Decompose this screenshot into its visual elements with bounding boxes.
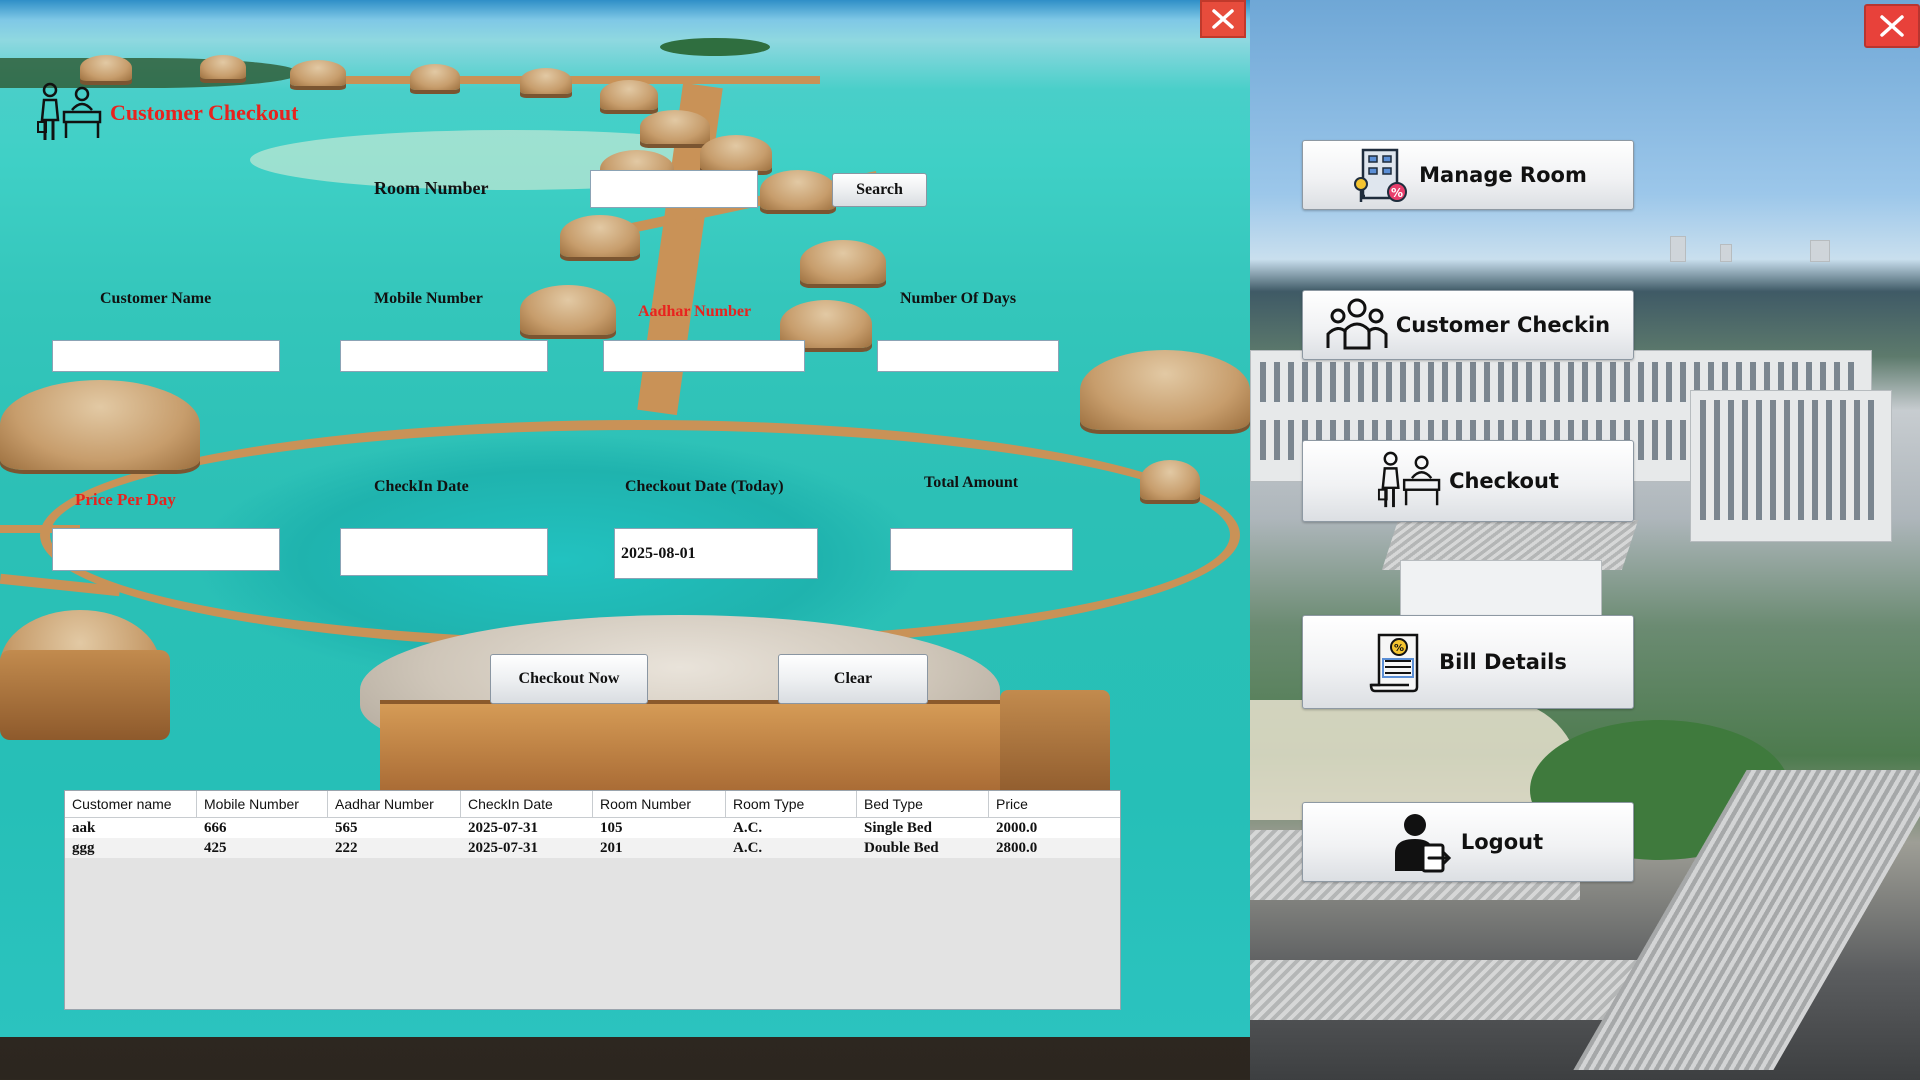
reception-icon: [36, 80, 102, 146]
total-amount-field[interactable]: [890, 528, 1073, 571]
table-cell: 2800.0: [996, 840, 1038, 856]
close-app-button[interactable]: [1864, 4, 1920, 48]
table-cell: 105: [600, 820, 623, 836]
price-per-day-field[interactable]: [52, 528, 280, 571]
mobile-number-field[interactable]: [340, 340, 548, 372]
customer-checkout-window: Customer Checkout Room Number Search Cus…: [0, 0, 1250, 1037]
customer-checkin-label: Customer Checkin: [1395, 313, 1611, 337]
table-cell: 425: [204, 840, 227, 856]
manage-room-button[interactable]: % Manage Room: [1302, 140, 1634, 210]
price-per-day-label: Price Per Day: [75, 490, 176, 509]
bill-details-label: Bill Details: [1439, 650, 1567, 674]
customer-checkin-button[interactable]: Customer Checkin: [1302, 290, 1634, 360]
column-header[interactable]: Room Number: [593, 791, 726, 817]
table-cell: aak: [72, 820, 96, 836]
table-header: Customer name Mobile Number Aadhar Numbe…: [65, 791, 1120, 818]
column-header[interactable]: Customer name: [65, 791, 197, 817]
bill-details-button[interactable]: % Bill Details: [1302, 615, 1634, 709]
hotel-icon: %: [1349, 144, 1411, 206]
table-cell: A.C.: [733, 840, 763, 856]
number-of-days-field[interactable]: [877, 340, 1059, 372]
total-amount-label: Total Amount: [924, 474, 1019, 491]
manage-room-label: Manage Room: [1419, 163, 1587, 187]
table-cell: 565: [335, 820, 358, 836]
search-button[interactable]: Search: [832, 173, 927, 207]
close-icon: [1880, 15, 1904, 37]
checkout-date-label: Checkout Date (Today): [625, 478, 784, 495]
number-of-days-label: Number Of Days: [900, 290, 1017, 307]
logout-label: Logout: [1460, 830, 1544, 854]
column-header[interactable]: Price: [989, 791, 1120, 817]
aadhar-number-field[interactable]: [603, 340, 805, 372]
people-icon: [1326, 296, 1388, 354]
customer-name-field[interactable]: [52, 340, 280, 372]
logout-button[interactable]: Logout: [1302, 802, 1634, 882]
bill-icon: %: [1369, 629, 1431, 695]
table-cell: A.C.: [733, 820, 763, 836]
column-header[interactable]: Aadhar Number: [328, 791, 461, 817]
reception-icon: [1377, 448, 1441, 514]
checkout-label: Checkout: [1449, 469, 1559, 493]
page-title-group: Customer Checkout: [36, 80, 298, 146]
room-number-input[interactable]: [590, 170, 758, 208]
table-cell: Double Bed: [864, 840, 939, 856]
customer-table: Customer name Mobile Number Aadhar Numbe…: [64, 790, 1121, 1010]
table-cell: 2025-07-31: [468, 820, 538, 836]
table-cell: 2000.0: [996, 820, 1038, 836]
checkout-date-field[interactable]: [614, 528, 818, 579]
aadhar-number-label: Aadhar Number: [638, 303, 752, 320]
column-header[interactable]: Mobile Number: [197, 791, 328, 817]
customer-name-label: Customer Name: [100, 290, 212, 307]
checkout-now-button[interactable]: Checkout Now: [490, 654, 648, 704]
page-title: Customer Checkout: [110, 100, 299, 125]
svg-text:%: %: [1394, 643, 1404, 654]
checkin-date-label: CheckIn Date: [374, 478, 469, 495]
column-header[interactable]: CheckIn Date: [461, 791, 593, 817]
table-cell: 666: [204, 820, 227, 836]
table-cell: ggg: [72, 840, 95, 856]
table-cell: 2025-07-31: [468, 840, 538, 856]
mobile-number-label: Mobile Number: [374, 290, 483, 307]
table-cell: 201: [600, 840, 623, 856]
svg-text:%: %: [1391, 186, 1403, 200]
table-row[interactable]: ggg 425 222 2025-07-31 201 A.C. Double B…: [65, 838, 1120, 858]
table-cell: 222: [335, 840, 358, 856]
clear-button[interactable]: Clear: [778, 654, 928, 704]
close-window-button[interactable]: [1200, 0, 1246, 38]
close-icon: [1212, 9, 1234, 29]
checkout-button[interactable]: Checkout: [1302, 440, 1634, 522]
logout-icon: [1393, 811, 1453, 873]
table-cell: Single Bed: [864, 820, 932, 836]
table-row[interactable]: aak 666 565 2025-07-31 105 A.C. Single B…: [65, 818, 1120, 838]
room-number-label: Room Number: [374, 178, 489, 198]
checkin-date-field[interactable]: [340, 528, 548, 576]
column-header[interactable]: Room Type: [726, 791, 857, 817]
column-header[interactable]: Bed Type: [857, 791, 989, 817]
